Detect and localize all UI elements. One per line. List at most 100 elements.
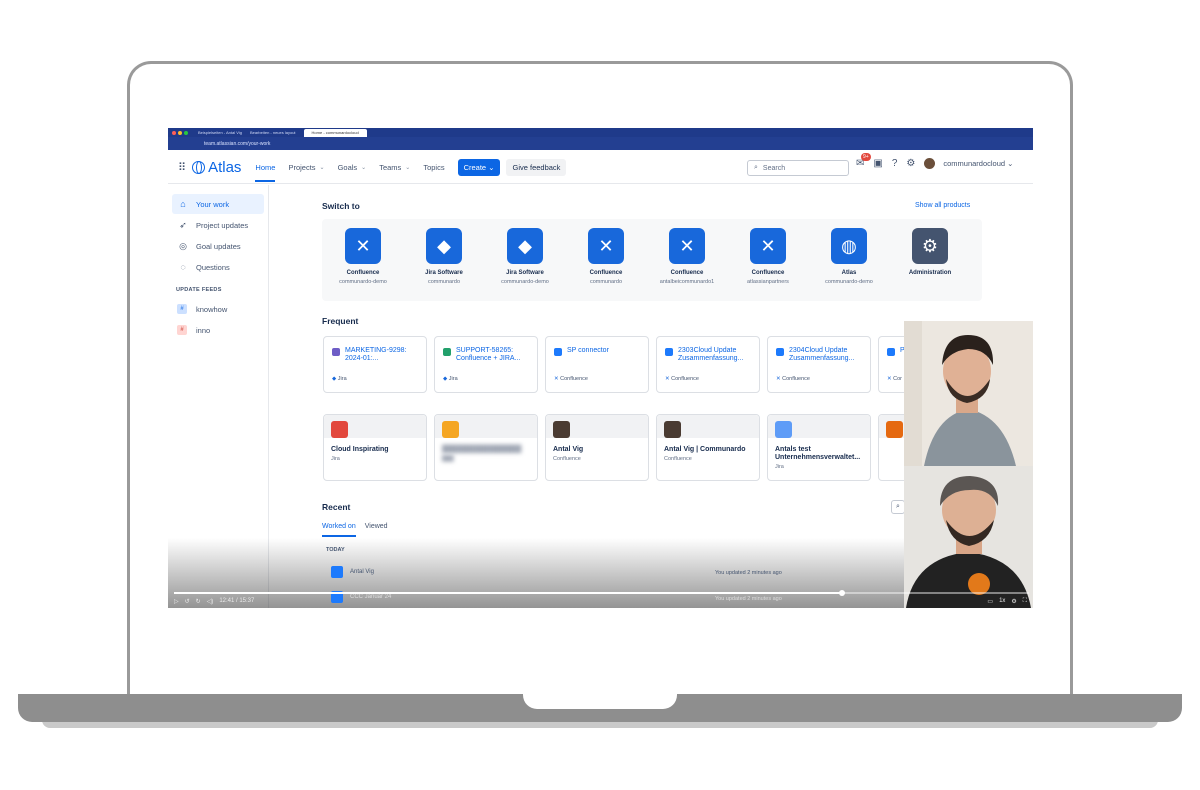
product-tile[interactable]: ✕ Confluence communardo: [565, 228, 647, 285]
minimize-window-icon[interactable]: [178, 130, 182, 135]
browser-tab[interactable]: Bearbeiten - neues layout: [250, 130, 296, 135]
nav-topics[interactable]: Topics: [423, 163, 444, 172]
play-icon[interactable]: ▷: [174, 598, 179, 605]
tab-worked-on[interactable]: Worked on: [322, 523, 356, 537]
place-card[interactable]: ████████████████ ███: [434, 414, 538, 481]
product-tile[interactable]: ◍ Atlas communardo-demo: [808, 228, 890, 285]
product-name: Confluence: [670, 270, 704, 276]
captions-icon[interactable]: ▭: [987, 598, 993, 605]
user-name: communardocloud: [943, 159, 1006, 168]
target-icon: ◎: [179, 240, 187, 251]
sidebar-feed-inno[interactable]: # inno: [172, 320, 264, 340]
nav-teams-label: Teams: [379, 163, 402, 172]
video-scrubber-handle[interactable]: [839, 590, 845, 596]
sidebar-feed-knowhow[interactable]: # knowhow: [172, 299, 264, 319]
confluence-icon: ✕: [345, 228, 381, 264]
notification-badge: 9+: [861, 153, 871, 161]
create-button[interactable]: Create ⌄: [457, 159, 501, 176]
sidebar-item-goal-updates[interactable]: ◎ Goal updates: [172, 236, 264, 256]
sidebar-item-your-work[interactable]: ⌂ Your work: [172, 194, 264, 214]
webcam-speaker-2: [904, 466, 1033, 608]
chevron-down-icon: ⌄: [1007, 159, 1014, 168]
settings-gear-icon[interactable]: ⚙: [906, 158, 915, 169]
avatar[interactable]: [924, 158, 936, 169]
frequent-card[interactable]: SP connector ✕ Confluence: [545, 336, 649, 393]
playback-speed[interactable]: 1x: [999, 598, 1005, 605]
jira-icon: ◆: [332, 376, 337, 382]
close-window-icon[interactable]: [172, 130, 176, 135]
laptop-notch: [523, 694, 677, 709]
sidebar-item-questions[interactable]: ◌ Questions: [172, 257, 264, 277]
chevron-down-icon: ⌄: [361, 165, 367, 171]
recent-tabs: Worked on Viewed: [322, 523, 397, 537]
product-tile[interactable]: ✕ Confluence atlassianpartners: [727, 228, 809, 285]
nav-projects[interactable]: Projects ⌄: [288, 163, 324, 172]
maximize-window-icon[interactable]: [184, 130, 188, 135]
product-tile[interactable]: ✕ Confluence communardo-demo: [322, 228, 404, 285]
place-card[interactable]: Cloud Inspirating Jira: [323, 414, 427, 481]
screen: Beispielseiten - Antal Vig Bearbeiten - …: [168, 128, 1033, 608]
product-site: antalbeicommunardo1: [659, 279, 715, 285]
show-all-products-link[interactable]: Show all products: [915, 202, 970, 209]
product-tile[interactable]: ⚙ Administration: [889, 228, 971, 279]
place-card-header: [657, 415, 759, 438]
nav-teams[interactable]: Teams ⌄: [379, 163, 410, 172]
notifications-icon[interactable]: ✉ 9+: [856, 153, 871, 169]
place-card[interactable]: Antal Vig Confluence: [545, 414, 649, 481]
fullscreen-icon[interactable]: ⛶: [1023, 598, 1027, 605]
recent-row[interactable]: Antal Vig: [331, 566, 374, 578]
card-title: SP connector: [567, 347, 609, 354]
help-icon[interactable]: ?: [892, 158, 898, 169]
user-menu[interactable]: communardocloud ⌄: [943, 159, 1013, 168]
place-title: Antal Vig | Communardo: [664, 446, 746, 453]
chevron-down-icon: ⌄: [319, 165, 325, 171]
frequent-card[interactable]: 2303Cloud Update Zusammenfassung... ✕ Co…: [656, 336, 760, 393]
product-tile[interactable]: ◆ Jira Software communardo: [403, 228, 485, 285]
card-source-label: Jira: [448, 376, 458, 382]
person-silhouette: [904, 321, 1033, 466]
video-player-bar: ▷ ↺ ↻ ◁) 12:41 / 15:37 ▭ 1x ⚙ ⛶: [168, 590, 1033, 608]
card-title: 2303Cloud Update Zusammenfassung...: [678, 347, 744, 362]
volume-icon[interactable]: ◁): [207, 598, 214, 605]
give-feedback-button[interactable]: Give feedback: [506, 159, 567, 176]
sidebar-item-project-updates[interactable]: ➶ Project updates: [172, 215, 264, 235]
avatar: [664, 421, 681, 438]
nav-home[interactable]: Home: [255, 163, 276, 182]
search-input[interactable]: ⌕ Search: [747, 160, 849, 176]
page-icon: [887, 348, 895, 356]
product-tile[interactable]: ◆ Jira Software communardo-demo: [484, 228, 566, 285]
place-card[interactable]: Antal Vig | Communardo Confluence: [656, 414, 760, 481]
settings-icon[interactable]: ⚙: [1011, 598, 1016, 605]
frequent-card[interactable]: MARKETING-9298: 2024-01:... ◆ Jira: [323, 336, 427, 393]
confluence-icon: ✕: [665, 376, 670, 382]
browser-url-bar[interactable]: team.atlassian.com/your-work: [168, 137, 1033, 150]
switch-to-panel: ✕ Confluence communardo-demo ◆ Jira Soft…: [322, 219, 982, 301]
url-text[interactable]: team.atlassian.com/your-work: [204, 141, 270, 147]
frequent-card[interactable]: 2304Cloud Update Zusammenfassung... ✕ Co…: [767, 336, 871, 393]
product-name: Confluence: [346, 270, 380, 276]
nav-goals-label: Goals: [337, 163, 358, 172]
whats-new-icon[interactable]: ▣: [873, 158, 882, 169]
filter-search-icon[interactable]: ⌕: [891, 500, 905, 514]
place-card-header: [324, 415, 426, 438]
skip-back-icon[interactable]: ↺: [185, 598, 190, 605]
atlas-logo[interactable]: Atlas: [192, 159, 241, 176]
frequent-card[interactable]: SUPPORT-58265: Confluence + JIRA... ◆ Ji…: [434, 336, 538, 393]
browser-tab-active[interactable]: Home - communardocloud: [303, 128, 367, 137]
page-icon: [331, 566, 343, 578]
product-tile[interactable]: ✕ Confluence antalbeicommunardo1: [646, 228, 728, 285]
skip-forward-icon[interactable]: ↻: [196, 598, 201, 605]
update-feeds-heading: UPDATE FEEDS: [176, 287, 222, 293]
product-site: communardo-demo: [825, 279, 873, 285]
nav-projects-label: Projects: [288, 163, 316, 172]
place-card[interactable]: Antals test Unternehmensverwaltet... Jir…: [767, 414, 871, 481]
browser-tab[interactable]: Beispielseiten - Antal Vig: [198, 130, 242, 135]
product-site: atlassianpartners: [747, 279, 789, 285]
recent-title: Recent: [322, 502, 351, 512]
nav-goals[interactable]: Goals ⌄: [338, 163, 367, 172]
video-time: 12:41 / 15:37: [219, 598, 255, 604]
tab-viewed[interactable]: Viewed: [365, 523, 388, 537]
app-switcher-icon[interactable]: ⠿: [178, 161, 186, 174]
video-progress-bar[interactable]: [174, 590, 1029, 596]
home-icon: ⌂: [180, 199, 186, 209]
